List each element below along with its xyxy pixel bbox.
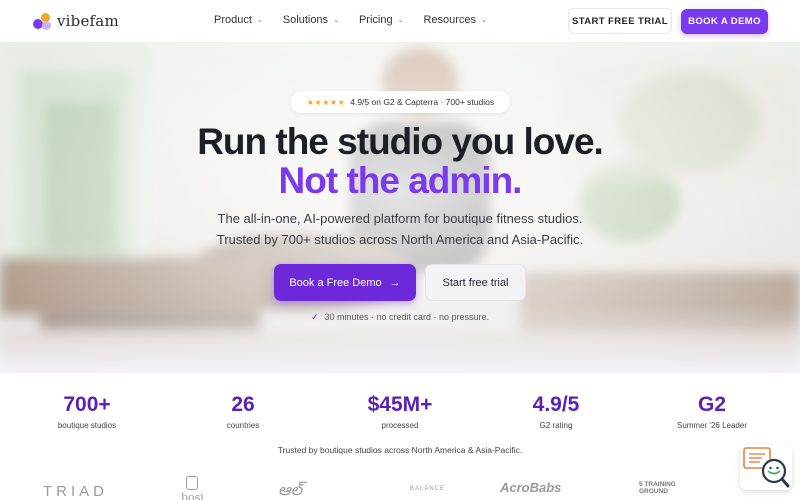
customer-logos: TRIAD bosi ఆల్ BALANCE AcroBabs 5 TRAINI… bbox=[0, 466, 800, 500]
book-free-demo-button[interactable]: Book a Free Demo → bbox=[274, 264, 416, 301]
stat-item: 4.9/5 G2 rating bbox=[491, 393, 621, 430]
stat-value: 4.9/5 bbox=[532, 393, 580, 416]
menu-item-pricing[interactable]: Pricing ⌄ bbox=[359, 14, 404, 26]
logo-bosi-text: bosi bbox=[181, 491, 204, 500]
stat-value: 26 bbox=[231, 393, 255, 416]
stat-value: $45M+ bbox=[367, 393, 433, 416]
menu-item-label: Resources bbox=[423, 14, 477, 26]
stats-bar: 700+ boutique studios 26 countries $45M+… bbox=[0, 373, 800, 443]
stat-label: processed bbox=[381, 421, 419, 430]
stat-label: Summer '26 Leader bbox=[676, 421, 747, 430]
chevron-down-icon: ⌄ bbox=[397, 17, 404, 24]
menu-item-solutions[interactable]: Solutions ⌄ bbox=[283, 14, 339, 26]
logo-small: BALANCE bbox=[410, 486, 446, 492]
training-line-1: 5 TRAINING bbox=[639, 481, 676, 488]
stat-item: 700+ boutique studios bbox=[22, 393, 152, 430]
logo-training-ground: 5 TRAINING GROUND bbox=[639, 481, 676, 495]
star-rating-icon: ★★★★★ bbox=[306, 97, 346, 107]
hero-headline-accent: Not the admin. bbox=[278, 160, 523, 201]
hero-section: ★★★★★ 4.9/5 on G2 & Capterra · 700+ stud… bbox=[0, 42, 800, 373]
training-line-2: GROUND bbox=[639, 488, 668, 495]
stat-value: G2 bbox=[697, 393, 726, 416]
logo-triad: TRIAD bbox=[43, 483, 108, 500]
stat-item: $45M+ processed bbox=[335, 393, 465, 430]
start-free-trial-button[interactable]: START FREE TRIAL bbox=[568, 8, 672, 34]
reassurance-text: ✓ 30 minutes · no credit card · no pressu… bbox=[0, 312, 800, 323]
menu-item-label: Product bbox=[214, 14, 252, 26]
menu-item-product[interactable]: Product ⌄ bbox=[214, 14, 263, 26]
main-menu: Product ⌄ Solutions ⌄ Pricing ⌄ Resource… bbox=[214, 14, 507, 26]
logo-script: ఆల్ bbox=[278, 480, 303, 499]
stat-label: G2 rating bbox=[539, 421, 573, 430]
check-icon: ✓ bbox=[310, 312, 319, 322]
menu-item-label: Solutions bbox=[282, 14, 329, 26]
bosi-mark-icon bbox=[186, 476, 199, 490]
logo-mark-icon bbox=[33, 11, 53, 31]
stat-label: boutique studios bbox=[57, 421, 117, 430]
logo-acrobabs: AcroBabs bbox=[500, 480, 562, 495]
chevron-down-icon: ⌄ bbox=[481, 17, 487, 24]
chevron-down-icon: ⌄ bbox=[333, 17, 339, 24]
hero-headline: Run the studio you love. bbox=[197, 121, 604, 162]
chat-widget-button[interactable] bbox=[740, 445, 792, 490]
reassurance-label: 30 minutes · no credit card · no pressur… bbox=[324, 312, 490, 322]
stat-value: 700+ bbox=[63, 393, 111, 416]
menu-item-label: Pricing bbox=[358, 14, 393, 26]
brand-name: vibefam bbox=[57, 12, 119, 30]
brand-logo[interactable]: vibefam bbox=[33, 11, 119, 31]
trusted-by-text: Trusted by boutique studios across North… bbox=[277, 445, 523, 455]
top-nav: vibefam Product ⌄ Solutions ⌄ Pricing ⌄ … bbox=[0, 0, 800, 42]
stat-label: countries bbox=[226, 421, 260, 430]
chat-search-icon bbox=[743, 447, 790, 488]
start-free-trial-cta[interactable]: Start free trial bbox=[425, 264, 526, 301]
hero-subheadline: The all-in-one, AI-powered platform for … bbox=[217, 211, 583, 226]
logo-bosi: bosi bbox=[181, 476, 204, 500]
stat-item: 26 countries bbox=[178, 393, 308, 430]
stat-item: G2 Summer '26 Leader bbox=[647, 393, 777, 430]
hero-subheadline-2: Trusted by 700+ studios across North Ame… bbox=[216, 232, 584, 247]
rating-badge-text: 4.9/5 on G2 & Capterra · 700+ studios bbox=[350, 97, 495, 107]
book-demo-button[interactable]: BOOK A DEMO bbox=[681, 9, 768, 34]
chevron-down-icon: ⌄ bbox=[256, 17, 263, 24]
rating-badge: ★★★★★ 4.9/5 on G2 & Capterra · 700+ stud… bbox=[291, 91, 510, 113]
arrow-right-icon: → bbox=[389, 276, 401, 289]
menu-item-resources[interactable]: Resources ⌄ bbox=[423, 14, 486, 26]
cta-demo-label: Book a Free Demo bbox=[289, 276, 382, 289]
